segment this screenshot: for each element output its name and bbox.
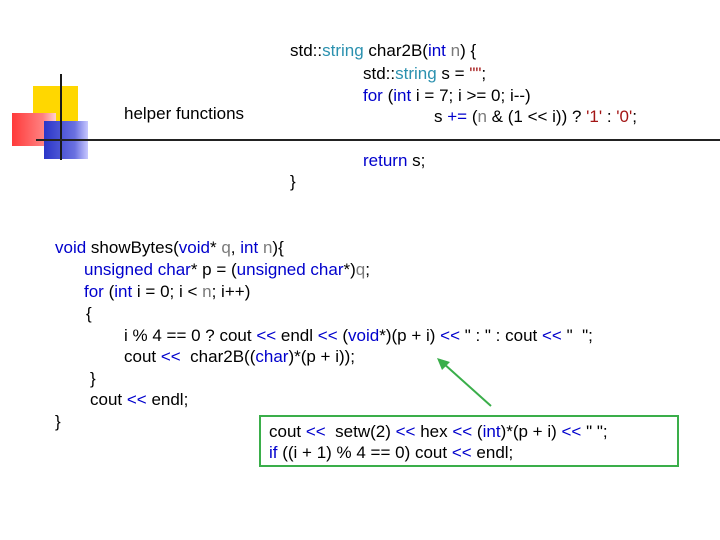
box-line-2: if ((i + 1) % 4 == 0) cout << endl;: [269, 443, 514, 462]
alternative-code-box: cout << setw(2) << hex << (int)*(p + i) …: [259, 415, 679, 467]
box-line-1: cout << setw(2) << hex << (int)*(p + i) …: [269, 422, 608, 441]
slide: helper functions std::string char2B(int …: [0, 0, 720, 540]
